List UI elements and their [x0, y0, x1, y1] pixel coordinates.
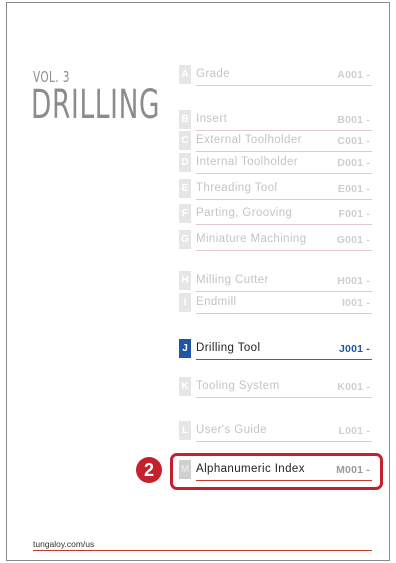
section-letter-badge: G — [179, 230, 191, 249]
index-item-label: Miniature Machining — [196, 233, 307, 245]
footer-divider — [33, 550, 372, 551]
index-item-grade[interactable]: A Grade A001 - — [179, 64, 372, 86]
section-letter-badge: L — [179, 421, 191, 440]
divider — [196, 313, 372, 314]
section-letter-badge: I — [179, 293, 191, 312]
index-item-label: Tooling System — [196, 380, 280, 392]
index-item-label: Insert — [196, 113, 228, 125]
index-item-users-guide[interactable]: L User's Guide L001 - — [179, 420, 372, 442]
divider — [196, 224, 372, 225]
divider — [196, 85, 372, 86]
page-code: E001 - — [337, 183, 370, 195]
index-item-tooling-system[interactable]: K Tooling System K001 - — [179, 376, 372, 398]
index-item-label: Endmill — [196, 296, 237, 308]
section-letter-badge: D — [179, 153, 191, 172]
divider — [196, 397, 372, 398]
divider — [196, 250, 372, 251]
page-code: H001 - — [337, 275, 370, 287]
page-code: A001 - — [337, 69, 370, 81]
page-code: D001 - — [337, 157, 370, 169]
page-code: F001 - — [338, 208, 370, 220]
page-code: I001 - — [341, 297, 370, 309]
index-item-miniature-machining[interactable]: G Miniature Machining G001 - — [179, 229, 372, 251]
index-item-external-toolholder[interactable]: C External Toolholder C001 - — [179, 130, 372, 152]
page-code: C001 - — [337, 135, 370, 147]
index-item-label: Grade — [196, 68, 230, 80]
divider — [196, 199, 372, 200]
section-letter-badge: K — [179, 377, 191, 396]
footer-url[interactable]: tungaloy.com/us — [33, 539, 94, 549]
index-item-drilling-tool[interactable]: J Drilling Tool J001 - — [179, 338, 372, 360]
index-item-label: Drilling Tool — [196, 342, 261, 354]
index-item-threading-tool[interactable]: E Threading Tool E001 - — [179, 178, 372, 200]
index-item-label: User's Guide — [196, 424, 267, 436]
index-item-label: Internal Toolholder — [196, 156, 299, 168]
section-letter-badge: J — [179, 339, 191, 358]
section-letter-badge: E — [179, 179, 191, 198]
page-code: L001 - — [338, 425, 370, 437]
divider — [196, 173, 372, 174]
page-code: K001 - — [337, 381, 370, 393]
index-item-label: Parting, Grooving — [196, 207, 293, 219]
section-letter-badge: F — [179, 204, 191, 223]
page-code: J001 - — [339, 343, 370, 355]
index-item-insert[interactable]: B Insert B001 - — [179, 109, 372, 131]
section-letter-badge: C — [179, 131, 191, 150]
catalog-title: DRILLING — [31, 82, 161, 128]
divider — [196, 441, 372, 442]
divider — [196, 359, 372, 360]
section-letter-badge: H — [179, 271, 191, 290]
section-letter-badge: B — [179, 110, 191, 129]
section-letter-badge: A — [179, 65, 191, 84]
index-item-label: Milling Cutter — [196, 274, 269, 286]
index-item-internal-toolholder[interactable]: D Internal Toolholder D001 - — [179, 152, 372, 174]
index-item-parting-grooving[interactable]: F Parting, Grooving F001 - — [179, 203, 372, 225]
page-code: G001 - — [336, 234, 370, 246]
index-item-label: External Toolholder — [196, 134, 302, 146]
callout-highlight-box — [170, 453, 383, 490]
index-item-label: Threading Tool — [196, 182, 278, 194]
callout-number-badge: 2 — [136, 457, 162, 483]
index-item-milling-cutter[interactable]: H Milling Cutter H001 - — [179, 270, 372, 292]
index-item-endmill[interactable]: I Endmill I001 - — [179, 292, 372, 314]
page-code: B001 - — [337, 114, 370, 126]
